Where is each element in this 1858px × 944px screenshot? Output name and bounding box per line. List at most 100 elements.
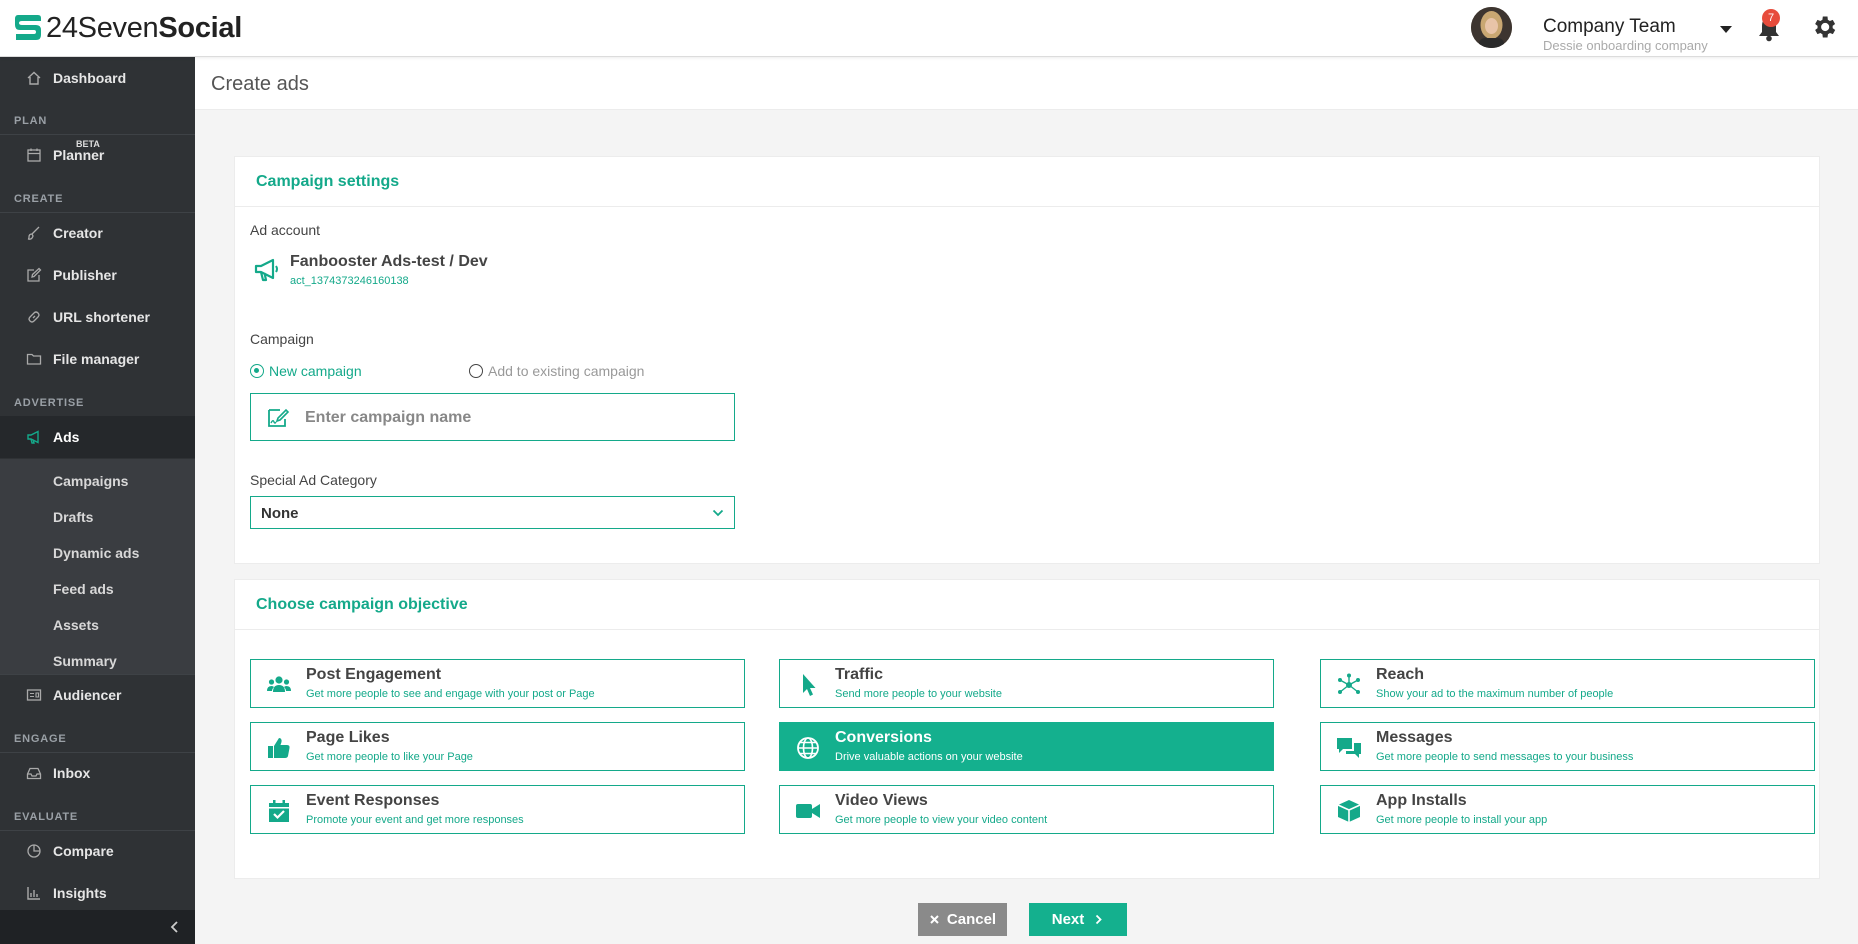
objective-title: App Installs	[1376, 792, 1467, 809]
objective-title: Page Likes	[306, 729, 390, 746]
close-icon	[930, 915, 939, 924]
sidebar: Dashboard PLAN Planner BETA CREATE Creat…	[0, 57, 195, 944]
sidebar-item-file-manager[interactable]: File manager	[0, 338, 195, 380]
people-group-icon	[267, 676, 291, 692]
campaign-name-field[interactable]	[250, 393, 735, 441]
team-name[interactable]: Company Team	[1543, 16, 1676, 38]
cancel-button[interactable]: Cancel	[918, 903, 1007, 936]
sidebar-collapse-button[interactable]	[0, 910, 195, 944]
notification-badge: 7	[1762, 9, 1780, 27]
sidebar-item-label: Audiencer	[53, 687, 122, 703]
section-label-engage: ENGAGE	[14, 733, 67, 745]
sidebar-item-insights[interactable]: Insights	[0, 872, 195, 914]
objective-title: Video Views	[835, 792, 928, 809]
avatar[interactable]	[1471, 7, 1512, 48]
sidebar-subitem-feed-ads[interactable]: Feed ads	[53, 581, 114, 597]
objective-post-engagement[interactable]: Post Engagement Get more people to see a…	[250, 659, 745, 708]
objective-app-installs[interactable]: App Installs Get more people to install …	[1320, 785, 1815, 834]
radio-unchecked-icon	[469, 364, 483, 378]
page-title: Create ads	[211, 73, 309, 95]
sidebar-subitem-dynamic-ads[interactable]: Dynamic ads	[53, 545, 139, 561]
sidebar-item-label: Ads	[53, 429, 80, 445]
sidebar-item-creator[interactable]: Creator	[0, 212, 195, 254]
campaign-label: Campaign	[250, 331, 314, 347]
sidebar-subitem-assets[interactable]: Assets	[53, 617, 99, 633]
sidebar-item-label: Compare	[53, 843, 114, 859]
video-camera-icon	[796, 804, 820, 818]
sidebar-item-label: Publisher	[53, 267, 117, 283]
objective-title: Event Responses	[306, 792, 440, 809]
sidebar-subitem-summary[interactable]: Summary	[53, 653, 117, 669]
objective-description: Get more people to like your Page	[306, 751, 473, 763]
top-header: 24SevenSocial Company Team Dessie onboar…	[0, 0, 1858, 57]
next-button[interactable]: Next	[1029, 903, 1127, 936]
megaphone-icon	[27, 430, 39, 444]
sidebar-item-label: Inbox	[53, 765, 91, 781]
section-label-create: CREATE	[14, 193, 64, 205]
bar-chart-icon	[27, 887, 40, 900]
objective-description: Drive valuable actions on your website	[835, 751, 1023, 763]
objective-video-views[interactable]: Video Views Get more people to view your…	[779, 785, 1274, 834]
objective-title: Reach	[1376, 666, 1425, 683]
objective-title: Conversions	[835, 729, 932, 746]
objective-description: Send more people to your website	[835, 688, 1002, 700]
caret-down-icon[interactable]	[1718, 21, 1734, 37]
calendar-icon	[27, 148, 41, 162]
objective-page-likes[interactable]: Page Likes Get more people to like your …	[250, 722, 745, 771]
logo-text-bold: Social	[158, 12, 243, 44]
objective-description: Get more people to send messages to your…	[1376, 751, 1634, 763]
objective-traffic[interactable]: Traffic Send more people to your website	[779, 659, 1274, 708]
sidebar-item-label: URL shortener	[53, 309, 150, 325]
objective-event-responses[interactable]: Event Responses Promote your event and g…	[250, 785, 745, 834]
sidebar-item-label: Creator	[53, 225, 103, 241]
sidebar-item-label: Planner	[53, 147, 105, 163]
special-category-value: None	[261, 505, 299, 522]
ad-account-id: act_1374373246160138	[290, 275, 409, 287]
globe-icon	[797, 737, 819, 759]
sidebar-item-url-shortener[interactable]: URL shortener	[0, 296, 195, 338]
avatar-portrait-icon	[1471, 7, 1512, 48]
objective-description: Show your ad to the maximum number of pe…	[1376, 688, 1614, 700]
brush-icon	[27, 226, 40, 240]
objective-description: Get more people to see and engage with y…	[306, 688, 595, 700]
sidebar-item-inbox[interactable]: Inbox	[0, 752, 195, 794]
section-label-evaluate: EVALUATE	[14, 811, 79, 823]
objective-title: Traffic	[835, 666, 884, 683]
objective-title: Messages	[1376, 729, 1453, 746]
radio-existing-campaign[interactable]: Add to existing campaign	[469, 363, 644, 379]
campaign-settings-heading: Campaign settings	[256, 173, 400, 190]
id-card-icon	[26, 689, 42, 701]
beta-badge: BETA	[76, 139, 100, 149]
sidebar-item-label: Dashboard	[53, 70, 127, 86]
sidebar-item-ads[interactable]: Ads	[0, 416, 195, 458]
sidebar-subitem-drafts[interactable]: Drafts	[53, 509, 93, 525]
cancel-button-label: Cancel	[946, 911, 997, 928]
cube-icon	[1337, 800, 1361, 822]
calendar-check-icon	[269, 800, 289, 822]
chevron-right-icon	[1096, 914, 1103, 925]
sidebar-subitem-campaigns[interactable]: Campaigns	[53, 473, 128, 489]
gear-icon[interactable]	[1810, 13, 1838, 41]
sidebar-item-label: File manager	[53, 351, 140, 367]
chevron-left-icon	[170, 921, 178, 933]
special-category-label: Special Ad Category	[250, 472, 377, 488]
folder-icon	[26, 353, 42, 365]
radio-new-campaign[interactable]: New campaign	[250, 363, 362, 379]
sidebar-item-publisher[interactable]: Publisher	[0, 254, 195, 296]
sidebar-item-compare[interactable]: Compare	[0, 830, 195, 872]
objective-description: Get more people to install your app	[1376, 814, 1548, 826]
campaign-objective-heading: Choose campaign objective	[256, 596, 468, 613]
objective-description: Get more people to view your video conte…	[835, 814, 1048, 826]
objective-title: Post Engagement	[306, 666, 442, 683]
cursor-icon	[803, 674, 816, 696]
sidebar-item-dashboard[interactable]: Dashboard	[0, 57, 195, 99]
campaign-name-input[interactable]	[305, 406, 725, 430]
objective-reach[interactable]: Reach Show your ad to the maximum number…	[1320, 659, 1815, 708]
ads-submenu: Campaigns Drafts Dynamic ads Feed ads As…	[0, 459, 195, 675]
special-category-select[interactable]: None	[250, 496, 735, 529]
app-logo[interactable]: 24SevenSocial	[14, 12, 242, 45]
sidebar-item-audiencer[interactable]: Audiencer	[0, 674, 195, 716]
objective-conversions[interactable]: Conversions Drive valuable actions on yo…	[779, 722, 1274, 771]
network-icon	[1338, 673, 1360, 694]
objective-messages[interactable]: Messages Get more people to send message…	[1320, 722, 1815, 771]
